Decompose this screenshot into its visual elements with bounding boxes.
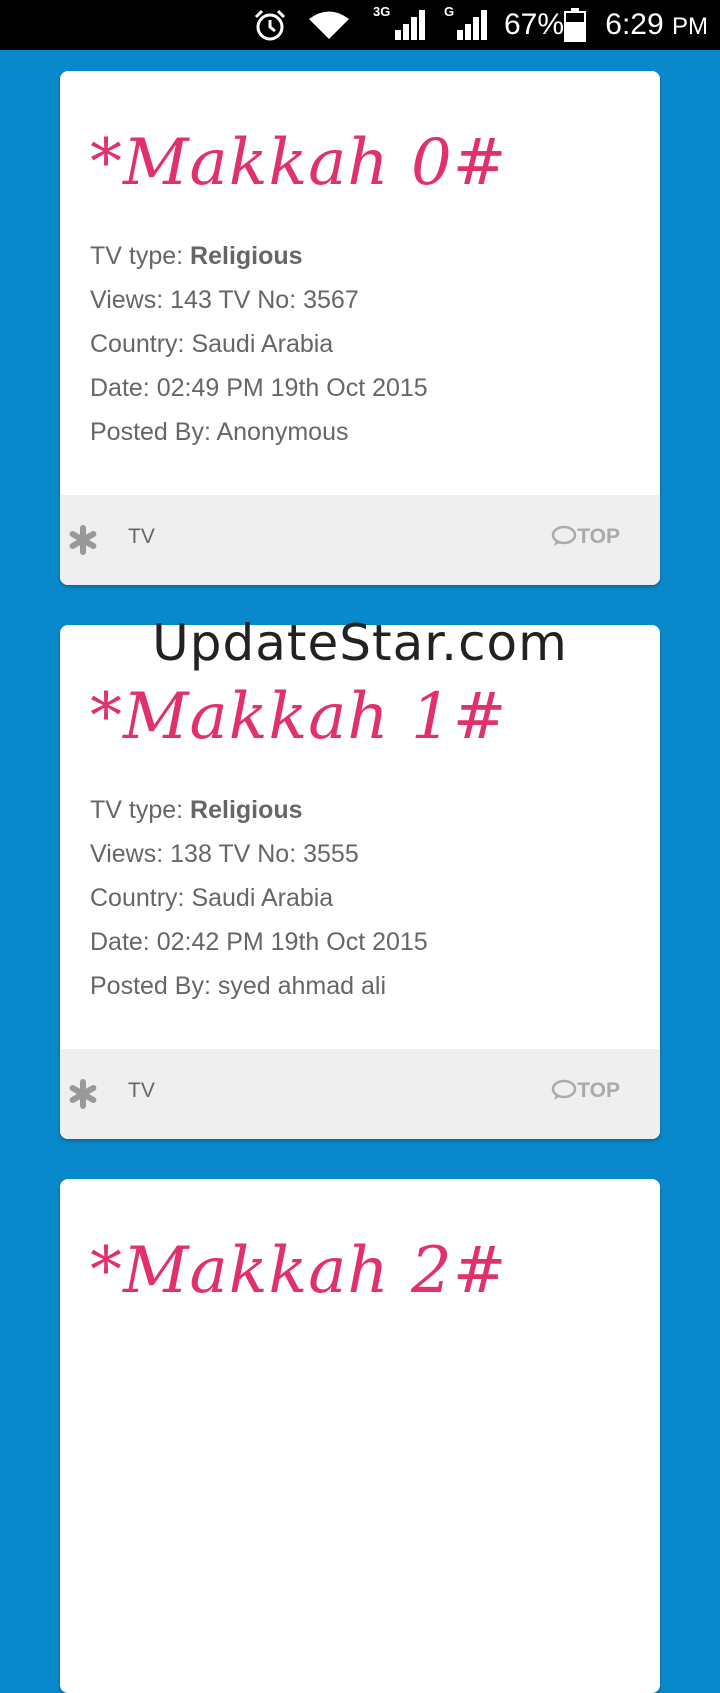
tv-card[interactable]: *Makkah 1# TV type: Religious Views: 138… (60, 625, 660, 1139)
tv-type-value: Religious (190, 796, 303, 824)
network-type-3g: 3G (373, 4, 391, 19)
views-value: 143 (170, 286, 212, 314)
signal-icon-2 (457, 10, 487, 40)
battery-percent: 67% (504, 8, 565, 41)
top-link[interactable]: TOP (551, 525, 620, 549)
comment-icon (551, 1079, 577, 1100)
tv-type-row: TV type: Religious (90, 242, 303, 270)
date-row: Date: 02:49 PM 19th Oct 2015 (90, 374, 428, 402)
country-value: Saudi Arabia (191, 330, 334, 358)
tv-no-value: 3567 (303, 286, 359, 314)
battery-icon (564, 8, 586, 42)
posted-by-row: Posted By: Anonymous (90, 418, 349, 446)
wifi-icon (309, 11, 349, 39)
category-label[interactable]: TV (128, 525, 155, 549)
tv-card[interactable]: *Makkah 0# TV type: Religious Views: 143… (60, 71, 660, 585)
asterisk-icon (69, 525, 97, 555)
country-row: Country: Saudi Arabia (90, 330, 334, 358)
tv-type-value: Religious (190, 242, 303, 270)
tv-type-row: TV type: Religious (90, 796, 303, 824)
top-link[interactable]: TOP (551, 1079, 620, 1103)
card-title[interactable]: *Makkah 1# (90, 677, 507, 757)
network-type-g: G (444, 4, 455, 19)
comment-icon (551, 525, 577, 546)
posted-by-value: syed ahmad ali (217, 972, 387, 1000)
card-footer: TV TOP (60, 1049, 660, 1139)
tv-card[interactable]: *Makkah 2# (60, 1179, 660, 1693)
views-value: 138 (170, 840, 212, 868)
asterisk-icon (69, 1079, 97, 1109)
date-value: 02:42 PM 19th Oct 2015 (156, 928, 428, 956)
posted-by-value: Anonymous (216, 418, 349, 446)
category-label[interactable]: TV (128, 1079, 155, 1103)
posted-by-row: Posted By: syed ahmad ali (90, 972, 387, 1000)
clock: 6:29 PM (605, 8, 708, 41)
alarm-icon (254, 9, 286, 41)
country-value: Saudi Arabia (191, 884, 334, 912)
watermark: UpdateStar.com (152, 614, 568, 672)
views-row: Views: 138 TV No: 3555 (90, 840, 359, 868)
date-value: 02:49 PM 19th Oct 2015 (156, 374, 428, 402)
card-info: TV type: Religious Views: 143 TV No: 356… (90, 234, 428, 454)
card-title[interactable]: *Makkah 2# (90, 1231, 507, 1311)
card-footer: TV TOP (60, 495, 660, 585)
status-bar: 3G G 67% 6:29 PM (0, 0, 720, 50)
tv-no-value: 3555 (303, 840, 359, 868)
country-row: Country: Saudi Arabia (90, 884, 334, 912)
date-row: Date: 02:42 PM 19th Oct 2015 (90, 928, 428, 956)
card-title[interactable]: *Makkah 0# (90, 123, 507, 203)
views-row: Views: 143 TV No: 3567 (90, 286, 359, 314)
card-info: TV type: Religious Views: 138 TV No: 355… (90, 788, 428, 1008)
signal-icon (395, 10, 425, 40)
